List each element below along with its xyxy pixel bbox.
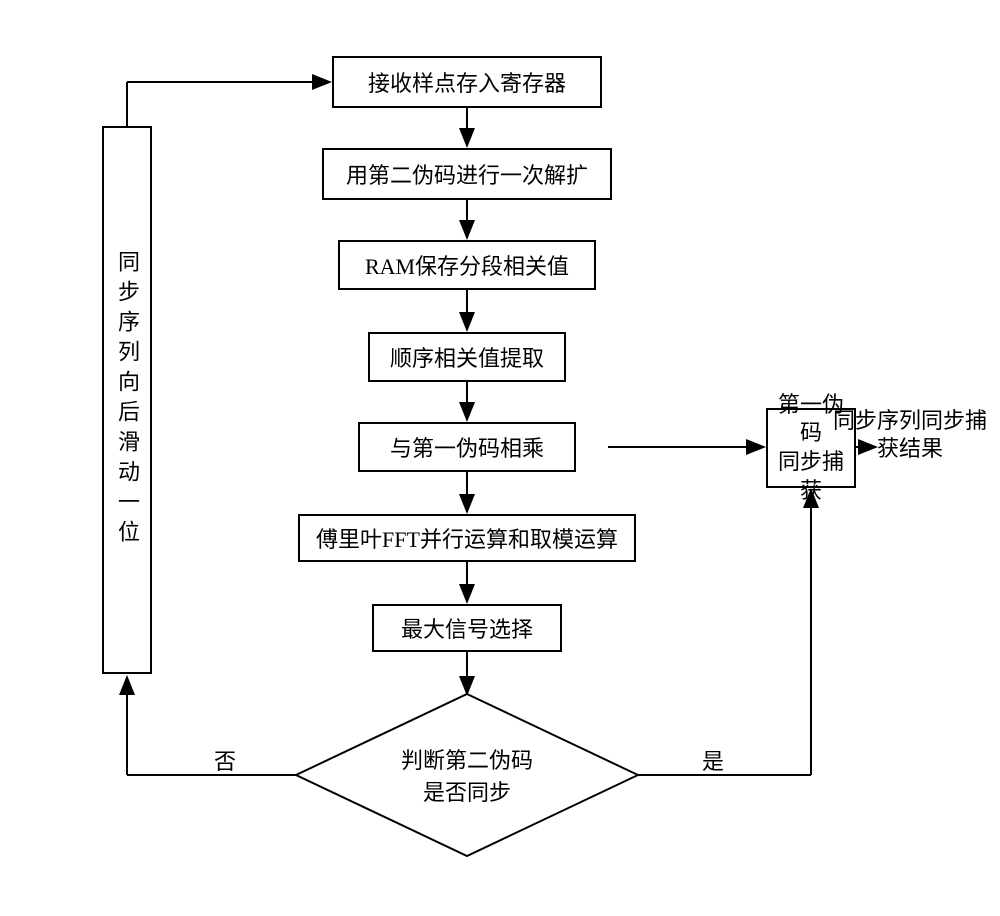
step-text: 与第一伪码相乘 — [390, 431, 544, 463]
step-ram-save: RAM保存分段相关值 — [338, 240, 596, 290]
step-extract-sequence: 顺序相关值提取 — [368, 332, 566, 382]
step-multiply-first-pn: 与第一伪码相乘 — [358, 422, 576, 472]
step-fft-modulus: 傅里叶FFT并行运算和取模运算 — [298, 514, 636, 562]
sidebar-slide-sequence: 同步序列向后滑动一位 — [102, 126, 152, 674]
step-text: 用第二伪码进行一次解扩 — [346, 158, 588, 190]
step-second-pn-despread: 用第二伪码进行一次解扩 — [322, 148, 612, 200]
decision-text-line2: 是否同步 — [367, 775, 567, 807]
output-label: 同步序列同步捕 获结果 — [820, 378, 1000, 464]
step-max-signal: 最大信号选择 — [372, 604, 562, 652]
step-text: 接收样点存入寄存器 — [368, 66, 566, 98]
label-yes: 是 — [702, 744, 724, 776]
output-text: 同步序列同步捕 获结果 — [833, 408, 987, 462]
step-text: 傅里叶FFT并行运算和取模运算 — [316, 522, 618, 554]
decision-text-line1: 判断第二伪码 — [367, 743, 567, 775]
label-no: 否 — [214, 744, 236, 776]
step-text: 顺序相关值提取 — [390, 341, 544, 373]
step-text: 最大信号选择 — [401, 612, 533, 644]
step-text: RAM保存分段相关值 — [365, 249, 569, 281]
step-receive-samples: 接收样点存入寄存器 — [332, 56, 602, 108]
sidebar-text: 同步序列向后滑动一位 — [111, 250, 143, 550]
